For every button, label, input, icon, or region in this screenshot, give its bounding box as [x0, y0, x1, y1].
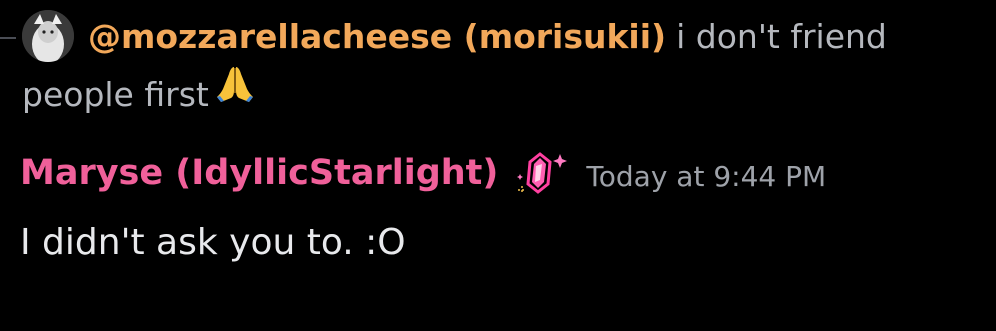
reply-author-avatar[interactable] [22, 9, 74, 62]
folded-hands-icon [215, 63, 255, 121]
message-author-name[interactable]: Maryse (IdyllicStarlight) [20, 153, 498, 193]
pink-crystal-badge-icon[interactable] [512, 150, 568, 200]
reply-author-name[interactable]: @mozzarellacheese (morisukii) [88, 17, 666, 56]
reply-connector-line [0, 37, 16, 39]
reply-preview[interactable]: @mozzarellacheese (morisukii) i don't fri… [22, 8, 962, 126]
message-header: Maryse (IdyllicStarlight) Today at 9:44 … [20, 148, 826, 198]
message-text: I didn't ask you to. :O [20, 222, 406, 263]
message-timestamp[interactable]: Today at 9:44 PM [586, 160, 826, 193]
